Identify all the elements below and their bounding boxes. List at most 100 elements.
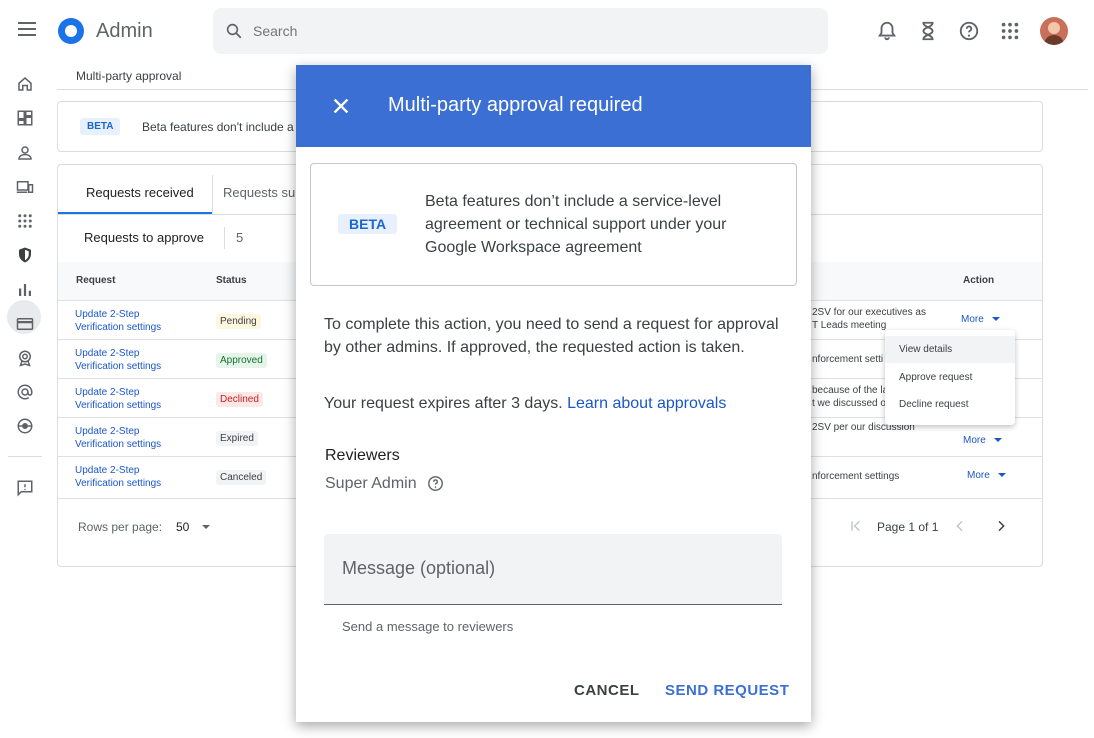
requests-title: Requests to approve bbox=[84, 230, 204, 245]
chevron-down-icon bbox=[997, 473, 1006, 478]
apps-grid-icon[interactable] bbox=[16, 212, 34, 230]
admin-logo-icon bbox=[58, 18, 84, 44]
dashboard-icon[interactable] bbox=[16, 109, 34, 127]
sidebar-divider bbox=[8, 456, 42, 457]
expiry-text: Your request expires after 3 days. Learn… bbox=[324, 395, 726, 413]
menu-item-decline-request[interactable]: Decline request bbox=[885, 391, 1015, 418]
request-link-line2[interactable]: Verification settings bbox=[75, 361, 161, 372]
request-link-line1[interactable]: Update 2-Step bbox=[75, 387, 140, 398]
column-header-status[interactable]: Status bbox=[216, 275, 247, 286]
top-app-bar: Admin bbox=[0, 0, 1094, 62]
apps-icon[interactable] bbox=[999, 20, 1021, 42]
request-link-line1[interactable]: Update 2-Step bbox=[75, 426, 140, 437]
status-badge: Expired bbox=[216, 431, 258, 446]
request-link-line1[interactable]: Update 2-Step bbox=[75, 348, 140, 359]
security-shield-icon[interactable] bbox=[16, 246, 34, 264]
home-icon[interactable] bbox=[16, 75, 34, 93]
more-button[interactable]: More bbox=[961, 314, 1000, 325]
next-page-icon[interactable] bbox=[993, 518, 1009, 534]
request-link[interactable]: Update 2-Step Verification settings bbox=[75, 347, 185, 373]
more-button[interactable]: More bbox=[963, 435, 1002, 446]
request-link[interactable]: Update 2-Step Verification settings bbox=[75, 308, 185, 334]
request-link-line2[interactable]: Verification settings bbox=[75, 478, 161, 489]
chevron-down-icon bbox=[993, 438, 1002, 443]
status-badge: Pending bbox=[216, 314, 261, 329]
dialog-header: Multi-party approval required bbox=[296, 65, 811, 147]
first-page-icon[interactable] bbox=[848, 518, 864, 534]
comment-line2: t we discussed o bbox=[812, 398, 886, 409]
user-icon[interactable] bbox=[16, 144, 34, 162]
status-badge: Declined bbox=[216, 392, 263, 407]
breadcrumb[interactable]: Multi-party approval bbox=[76, 69, 181, 83]
requests-count: 5 bbox=[236, 230, 244, 245]
close-icon[interactable] bbox=[330, 95, 352, 117]
avatar[interactable] bbox=[1040, 17, 1068, 45]
more-label: More bbox=[961, 314, 984, 325]
search-input[interactable] bbox=[253, 20, 813, 42]
previous-page-icon[interactable] bbox=[952, 518, 968, 534]
reports-icon[interactable] bbox=[16, 281, 34, 299]
notifications-icon[interactable] bbox=[876, 20, 898, 42]
request-comment: nforcement setti bbox=[812, 354, 884, 365]
learn-about-approvals-link[interactable]: Learn about approvals bbox=[567, 395, 726, 412]
request-comment: nforcement settings bbox=[812, 471, 900, 482]
request-comment: 2SV for our executives as T Leads meeting bbox=[812, 306, 926, 332]
comment-line2: T Leads meeting bbox=[812, 320, 887, 331]
beta-badge: BETA bbox=[80, 118, 121, 135]
help-icon[interactable] bbox=[427, 475, 444, 492]
tab-divider bbox=[212, 175, 213, 213]
chevron-down-icon bbox=[991, 317, 1000, 322]
search-icon bbox=[226, 23, 242, 39]
status-badge: Canceled bbox=[216, 470, 267, 485]
cancel-button[interactable]: CANCEL bbox=[574, 682, 640, 699]
more-label: More bbox=[967, 470, 990, 481]
expiry-label: Your request expires after 3 days. bbox=[324, 395, 563, 412]
help-icon[interactable] bbox=[958, 20, 980, 42]
request-comment: because of the la t we discussed o bbox=[812, 384, 888, 410]
search-bar[interactable] bbox=[213, 8, 828, 54]
reviewers-label: Reviewers bbox=[325, 447, 400, 464]
beta-notice-text: Beta features don’t include a service-le… bbox=[425, 193, 727, 256]
dialog-title: Multi-party approval required bbox=[388, 94, 643, 116]
row-action-menu: View details Approve request Decline req… bbox=[885, 330, 1015, 425]
column-header-request[interactable]: Request bbox=[76, 275, 115, 286]
message-field[interactable] bbox=[324, 534, 782, 605]
more-button[interactable]: More bbox=[967, 470, 1006, 481]
feedback-icon[interactable] bbox=[16, 479, 34, 497]
request-link[interactable]: Update 2-Step Verification settings bbox=[75, 425, 185, 451]
request-link-line2[interactable]: Verification settings bbox=[75, 322, 161, 333]
devices-icon[interactable] bbox=[16, 178, 34, 196]
hourglass-icon[interactable] bbox=[917, 20, 939, 42]
request-link-line2[interactable]: Verification settings bbox=[75, 400, 161, 411]
app-title[interactable]: Admin bbox=[96, 20, 153, 43]
menu-icon[interactable] bbox=[18, 22, 36, 36]
tab-requests-received[interactable]: Requests received bbox=[86, 185, 194, 200]
dialog-description: To complete this action, you need to sen… bbox=[324, 316, 779, 356]
request-link-line1[interactable]: Update 2-Step bbox=[75, 465, 140, 476]
dialog-beta-notice: BETA Beta features don’t include a servi… bbox=[310, 163, 797, 286]
request-link-line1[interactable]: Update 2-Step bbox=[75, 309, 140, 320]
request-link-line2[interactable]: Verification settings bbox=[75, 439, 161, 450]
billing-icon[interactable] bbox=[16, 315, 34, 333]
at-sign-icon[interactable] bbox=[16, 383, 34, 401]
rules-icon[interactable] bbox=[16, 417, 34, 435]
chevron-down-icon[interactable] bbox=[202, 525, 210, 529]
beta-badge: BETA bbox=[338, 214, 398, 234]
request-link[interactable]: Update 2-Step Verification settings bbox=[75, 386, 185, 412]
tab-requests-submitted[interactable]: Requests su bbox=[223, 185, 295, 200]
menu-item-view-details[interactable]: View details bbox=[885, 336, 1015, 363]
account-icon[interactable] bbox=[16, 349, 34, 367]
more-label: More bbox=[963, 435, 986, 446]
column-header-action: Action bbox=[963, 275, 995, 286]
reviewer-name: Super Admin bbox=[325, 475, 417, 492]
page-indicator: Page 1 of 1 bbox=[877, 520, 939, 534]
menu-item-approve-request[interactable]: Approve request bbox=[885, 364, 1015, 391]
requests-title-divider bbox=[224, 227, 225, 249]
comment-line1: because of the la bbox=[812, 385, 889, 396]
comment-line1: 2SV for our executives as bbox=[812, 307, 926, 318]
send-request-button[interactable]: SEND REQUEST bbox=[665, 682, 789, 699]
beta-banner-text: Beta features don't include a bbox=[142, 120, 294, 134]
rows-per-page-select[interactable]: 50 bbox=[176, 520, 189, 534]
message-input[interactable] bbox=[342, 558, 762, 584]
request-link[interactable]: Update 2-Step Verification settings bbox=[75, 464, 185, 490]
